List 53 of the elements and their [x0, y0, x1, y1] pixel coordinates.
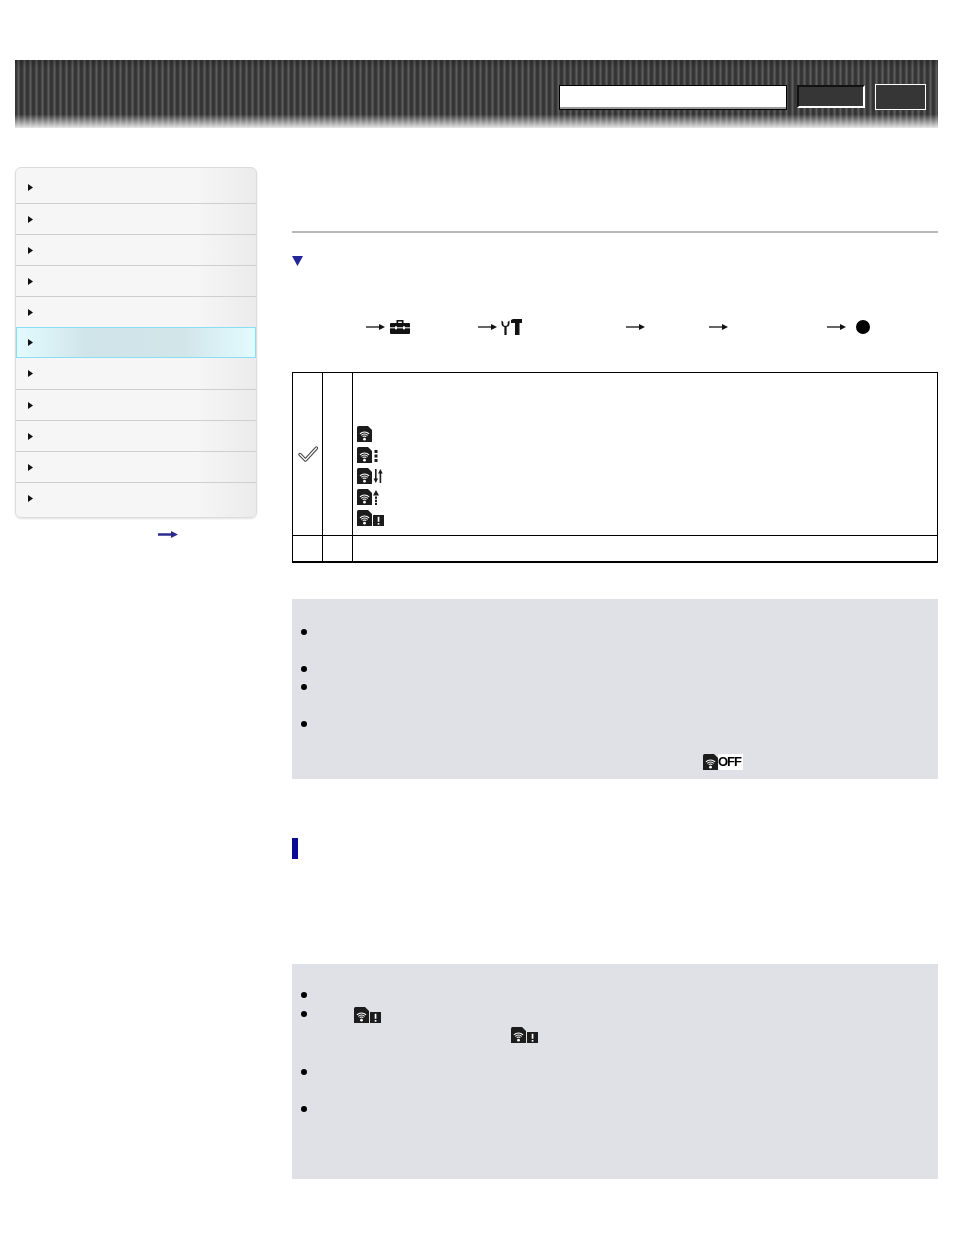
- arrow-icon: [827, 323, 846, 331]
- status-label: OFF: [718, 754, 743, 770]
- bullet-icon: [301, 992, 307, 998]
- arrow-icon: [709, 323, 728, 331]
- dot-icon: [856, 320, 870, 334]
- caret-icon: [28, 463, 33, 471]
- wifi-up-arrow-icon: [357, 489, 379, 505]
- caret-icon: [28, 370, 33, 377]
- sidebar-item[interactable]: [16, 420, 256, 451]
- arrow-icon: [366, 323, 385, 331]
- wifi-icon: [703, 754, 718, 770]
- bullet-icon: [301, 1106, 307, 1112]
- sidebar-item[interactable]: [16, 296, 256, 327]
- triangle-icon: [292, 256, 303, 266]
- wifi-arrows-icon: [357, 468, 383, 484]
- checkmark-icon: [298, 446, 318, 462]
- sidebar-item[interactable]: [16, 358, 256, 389]
- caret-icon: [28, 432, 33, 440]
- bullet-icon: [301, 1069, 307, 1075]
- sidebar-item[interactable]: [16, 327, 256, 358]
- heading-marker-icon: [292, 838, 298, 859]
- caret-icon: [28, 184, 33, 191]
- arrow-icon: [478, 323, 497, 331]
- caret-icon: [28, 339, 33, 346]
- caret-icon: [28, 246, 33, 254]
- wifi-icon: [357, 426, 372, 442]
- toolbox-icon: [390, 320, 410, 334]
- bullet-icon: [301, 721, 307, 727]
- header-button[interactable]: [797, 85, 865, 108]
- caret-icon: [28, 401, 33, 409]
- bullet-icon: [301, 665, 307, 672]
- wifi-alert-icon: [357, 510, 384, 526]
- sidebar-item[interactable]: [16, 451, 256, 482]
- sidebar-item[interactable]: [16, 389, 256, 420]
- wifi-dots-icon: [357, 447, 378, 463]
- arrow-icon[interactable]: [158, 531, 178, 538]
- caret-icon: [28, 215, 33, 223]
- arrow-icon: [626, 323, 645, 331]
- caret-icon: [28, 308, 33, 316]
- sidebar-item[interactable]: [16, 234, 256, 265]
- wifi-alert-icon: [354, 1006, 381, 1023]
- bullet-icon: [301, 1010, 307, 1017]
- sidebar-item[interactable]: [16, 265, 256, 296]
- caret-icon: [28, 277, 33, 285]
- bullet-icon: [301, 684, 307, 690]
- caret-icon: [28, 494, 33, 502]
- bullet-icon: [301, 628, 307, 635]
- sidebar-item[interactable]: [16, 203, 256, 234]
- wifi-alert-icon: [511, 1026, 538, 1043]
- tools-icon: [501, 319, 522, 335]
- sidebar-item[interactable]: [16, 172, 256, 203]
- search-field[interactable]: [559, 85, 787, 110]
- sidebar-item[interactable]: [16, 482, 256, 513]
